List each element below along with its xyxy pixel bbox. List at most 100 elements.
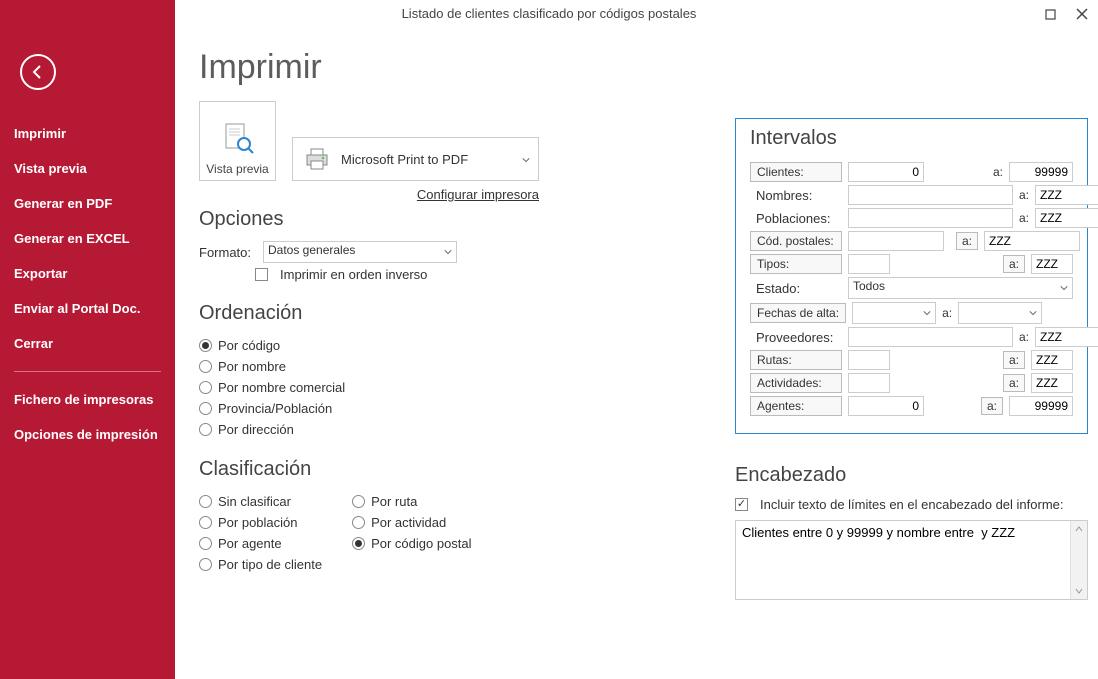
estado-label: Estado:: [750, 279, 842, 298]
chevron-down-icon: [923, 306, 931, 320]
a-button[interactable]: a:: [981, 397, 1003, 415]
agentes-from-input[interactable]: [848, 396, 924, 416]
ordenacion-option[interactable]: Por dirección: [199, 419, 539, 440]
rutas-to-input[interactable]: [1031, 350, 1073, 370]
fecha-from-select[interactable]: [852, 302, 936, 324]
ordenacion-option-label: Por dirección: [218, 422, 294, 437]
sidebar-item-generar-pdf[interactable]: Generar en PDF: [0, 186, 175, 221]
tipos-from-input[interactable]: [848, 254, 890, 274]
clasificacion-option-label: Por código postal: [371, 536, 471, 551]
opciones-heading: Opciones: [199, 208, 539, 231]
radio-icon: [199, 537, 212, 550]
a-button[interactable]: a:: [956, 232, 978, 250]
ordenacion-option-label: Provincia/Población: [218, 401, 332, 416]
a-label: a:: [1019, 188, 1029, 202]
codpostales-to-input[interactable]: [984, 231, 1080, 251]
ordenacion-option[interactable]: Provincia/Población: [199, 398, 539, 419]
agentes-to-input[interactable]: [1009, 396, 1073, 416]
intervalos-heading: Intervalos: [750, 127, 1073, 150]
printer-select[interactable]: Microsoft Print to PDF: [292, 137, 539, 181]
scroll-down-icon[interactable]: [1071, 583, 1087, 599]
ordenacion-heading: Ordenación: [199, 302, 539, 325]
nombres-to-input[interactable]: [1035, 185, 1098, 205]
incluir-limites-checkbox[interactable]: Incluir texto de límites en el encabezad…: [735, 497, 1088, 512]
a-label: a:: [942, 306, 952, 320]
formato-label: Formato:: [199, 245, 255, 260]
scrollbar[interactable]: [1070, 521, 1087, 599]
clasificacion-option[interactable]: Sin clasificar: [199, 491, 322, 512]
radio-icon: [352, 537, 365, 550]
radio-icon: [199, 516, 212, 529]
back-button[interactable]: [20, 54, 56, 90]
radio-icon: [199, 423, 212, 436]
chevron-down-icon: [1029, 306, 1037, 320]
radio-icon: [199, 495, 212, 508]
radio-icon: [199, 558, 212, 571]
clientes-button[interactable]: Clientes:: [750, 162, 842, 182]
scroll-up-icon[interactable]: [1071, 521, 1087, 537]
a-label: a:: [1019, 211, 1029, 225]
a-button[interactable]: a:: [1003, 255, 1025, 273]
clientes-from-input[interactable]: [848, 162, 924, 182]
ordenacion-option[interactable]: Por nombre: [199, 356, 539, 377]
clasificacion-option[interactable]: Por población: [199, 512, 322, 533]
proveedores-from-input[interactable]: [848, 327, 1013, 347]
sidebar-item-imprimir[interactable]: Imprimir: [0, 116, 175, 151]
agentes-button[interactable]: Agentes:: [750, 396, 842, 416]
clientes-to-input[interactable]: [1009, 162, 1073, 182]
fechas-button[interactable]: Fechas de alta:: [750, 303, 846, 323]
window-maximize-icon[interactable]: [1034, 0, 1066, 28]
window-close-icon[interactable]: [1066, 0, 1098, 28]
poblaciones-to-input[interactable]: [1035, 208, 1098, 228]
clasificacion-option-label: Por actividad: [371, 515, 446, 530]
intervalos-box: Intervalos Clientes: a: Nombres: a: Poblacio…: [735, 118, 1088, 434]
sidebar-item-fichero-impresoras[interactable]: Fichero de impresoras: [0, 382, 175, 417]
sidebar-item-enviar-portal[interactable]: Enviar al Portal Doc.: [0, 291, 175, 326]
codpostales-from-input[interactable]: [848, 231, 944, 251]
imprimir-orden-inverso-checkbox[interactable]: Imprimir en orden inverso: [255, 267, 539, 282]
vista-previa-button[interactable]: Vista previa: [199, 101, 276, 181]
actividades-button[interactable]: Actividades:: [750, 373, 842, 393]
sidebar-separator: [14, 371, 161, 372]
proveedores-to-input[interactable]: [1035, 327, 1098, 347]
configurar-impresora-link[interactable]: Configurar impresora: [417, 187, 539, 202]
tipos-button[interactable]: Tipos:: [750, 254, 842, 274]
clasificacion-option[interactable]: Por agente: [199, 533, 322, 554]
codpostales-button[interactable]: Cód. postales:: [750, 231, 842, 251]
sidebar-item-vista-previa[interactable]: Vista previa: [0, 151, 175, 186]
clasificacion-option[interactable]: Por código postal: [352, 533, 471, 554]
printer-name: Microsoft Print to PDF: [341, 152, 468, 167]
clasificacion-option[interactable]: Por tipo de cliente: [199, 554, 322, 575]
a-button[interactable]: a:: [1003, 351, 1025, 369]
poblaciones-label: Poblaciones:: [750, 209, 842, 228]
sidebar-item-opciones-impresion[interactable]: Opciones de impresión: [0, 417, 175, 452]
a-button[interactable]: a:: [1003, 374, 1025, 392]
ordenacion-option-label: Por nombre: [218, 359, 286, 374]
vista-previa-label: Vista previa: [206, 162, 268, 176]
fecha-to-select[interactable]: [958, 302, 1042, 324]
actividades-from-input[interactable]: [848, 373, 890, 393]
chevron-down-icon: [444, 245, 452, 259]
encabezado-textarea-wrap: [735, 520, 1088, 600]
clasificacion-heading: Clasificación: [199, 458, 539, 481]
formato-select[interactable]: Datos generales: [263, 241, 457, 263]
clasificacion-option-label: Por tipo de cliente: [218, 557, 322, 572]
poblaciones-from-input[interactable]: [848, 208, 1013, 228]
sidebar-item-cerrar[interactable]: Cerrar: [0, 326, 175, 361]
ordenacion-option[interactable]: Por nombre comercial: [199, 377, 539, 398]
clasificacion-option[interactable]: Por actividad: [352, 512, 471, 533]
actividades-to-input[interactable]: [1031, 373, 1073, 393]
tipos-to-input[interactable]: [1031, 254, 1073, 274]
estado-select[interactable]: Todos: [848, 277, 1073, 299]
clasificacion-option-label: Por población: [218, 515, 298, 530]
ordenacion-option[interactable]: Por código: [199, 335, 539, 356]
rutas-from-input[interactable]: [848, 350, 890, 370]
nombres-from-input[interactable]: [848, 185, 1013, 205]
clasificacion-option[interactable]: Por ruta: [352, 491, 471, 512]
sidebar-item-generar-excel[interactable]: Generar en EXCEL: [0, 221, 175, 256]
nombres-label: Nombres:: [750, 186, 842, 205]
sidebar-item-exportar[interactable]: Exportar: [0, 256, 175, 291]
rutas-button[interactable]: Rutas:: [750, 350, 842, 370]
radio-icon: [199, 381, 212, 394]
encabezado-textarea[interactable]: [736, 521, 1069, 599]
